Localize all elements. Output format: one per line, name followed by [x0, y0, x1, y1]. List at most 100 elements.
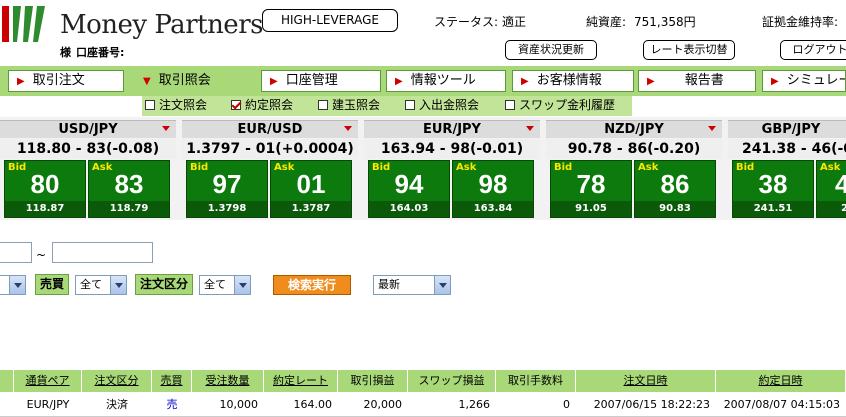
triangle-right-icon: ▶ [647, 76, 655, 87]
cell-pair: EUR/JPY [26, 398, 70, 411]
subnav-deposit-inquiry[interactable]: 入出金照会 [405, 98, 479, 112]
buysell-label: 売買 [35, 274, 69, 295]
cell-pl: 20,000 [363, 398, 403, 411]
triangle-right-icon: ▶ [17, 76, 25, 87]
order-type-select[interactable]: 全て [199, 275, 251, 295]
status-value: 適正 [502, 15, 527, 29]
checkbox-icon [405, 100, 415, 110]
col-header-swap: スワップ損益 [408, 370, 496, 392]
ask-button[interactable]: Ask 98 163.84 [452, 160, 534, 218]
nav-trade-inquiry[interactable]: ▼ 取引照会 [134, 70, 252, 92]
subnav-swap-history[interactable]: スワップ金利履歴 [505, 98, 615, 112]
triangle-down-icon: ▼ [143, 76, 151, 87]
order-type-label: 注文区分 [135, 274, 193, 295]
checkbox-icon [318, 100, 328, 110]
rate-panel-nzdjpy: NZD/JPY 90.78 - 86(-0.20) Bid 78 91.05 A… [546, 120, 722, 219]
date-to-input[interactable] [52, 242, 153, 263]
net-assets-value: 751,358円 [634, 15, 696, 29]
buysell-select[interactable]: 全て [75, 275, 127, 295]
nav-reports[interactable]: ▶ 報告書 [638, 70, 756, 92]
ask-button[interactable]: Ask 83 118.79 [88, 160, 170, 218]
nav-info-tools[interactable]: ▶ 情報ツール [386, 70, 506, 92]
rate-summary: 163.94 - 98(-0.01) [364, 139, 540, 159]
rate-summary: 241.38 - 46(-0.0 [728, 139, 846, 159]
account-number-label: 口座番号: [76, 46, 125, 59]
cell-order-type: 決済 [106, 398, 128, 411]
col-header-order-datetime[interactable]: 注文日時 [576, 370, 716, 392]
dropdown-triangle-icon[interactable] [162, 126, 170, 131]
chevron-down-icon [434, 276, 450, 294]
currency-pair[interactable]: USD/JPY [0, 120, 176, 138]
triangle-right-icon: ▶ [771, 76, 779, 87]
rate-panel-eurusd: EUR/USD 1.3797 - 01(+0.0004) Bid 97 1.37… [182, 120, 358, 219]
currency-pair[interactable]: EUR/USD [182, 120, 358, 138]
high-leverage-button[interactable]: HIGH-LEVERAGE [262, 9, 398, 32]
currency-pair[interactable]: EUR/JPY [364, 120, 540, 138]
col-header-qty[interactable]: 受注数量 [192, 370, 264, 392]
table-header-edge [0, 370, 14, 392]
col-header-pl: 取引損益 [338, 370, 408, 392]
cell-rate: 164.00 [293, 398, 333, 411]
refresh-assets-button[interactable]: 資産状況更新 [505, 40, 597, 60]
search-execute-button[interactable]: 検索実行 [273, 275, 351, 295]
subnav-order-inquiry[interactable]: 注文照会 [145, 98, 207, 112]
ask-button[interactable]: Ask 01 1.3787 [270, 160, 352, 218]
col-header-pair[interactable]: 通貨ペア [14, 370, 82, 392]
subnav-position-inquiry[interactable]: 建玉照会 [318, 98, 380, 112]
customer-suffix: 様 [60, 46, 71, 59]
cell-swap: 1,266 [458, 398, 491, 411]
logout-button[interactable]: ログアウト [780, 40, 846, 60]
rate-panel-gbpjpy: GBP/JPY 241.38 - 46(-0.0 Bid 38 241.51 A… [728, 120, 846, 219]
col-header-fee: 取引手数料 [496, 370, 576, 392]
cell-exec-datetime: 2007/08/07 04:15:03 [723, 398, 840, 411]
bid-button[interactable]: Bid 97 1.3798 [186, 160, 268, 218]
brand-logo: Money Partners [60, 10, 263, 40]
chevron-down-icon [234, 276, 250, 294]
dropdown-triangle-icon[interactable] [526, 126, 534, 131]
subnav-execution-inquiry[interactable]: 約定照会 [231, 98, 293, 112]
currency-pair[interactable]: NZD/JPY [546, 120, 722, 138]
checkbox-icon [145, 100, 155, 110]
rate-summary: 90.78 - 86(-0.20) [546, 139, 722, 159]
cell-fee: 0 [563, 398, 570, 411]
dropdown-triangle-icon[interactable] [344, 126, 352, 131]
rate-summary: 1.3797 - 01(+0.0004) [182, 139, 358, 159]
triangle-right-icon: ▶ [521, 76, 529, 87]
nav-account-management[interactable]: ▶ 口座管理 [261, 70, 381, 92]
chevron-down-icon [110, 276, 126, 294]
cell-side: 売 [166, 398, 178, 411]
nav-trade-order[interactable]: ▶ 取引注文 [8, 70, 124, 92]
date-range-separator: ~ [36, 248, 47, 262]
ask-button[interactable]: Ask 86 90.83 [634, 160, 716, 218]
date-from-input[interactable] [0, 242, 32, 263]
cell-order-datetime: 2007/06/15 18:22:23 [593, 398, 710, 411]
col-header-rate[interactable]: 約定レート [264, 370, 338, 392]
net-assets-label: 純資産: [586, 15, 627, 29]
bid-button[interactable]: Bid 38 241.51 [732, 160, 814, 218]
checkbox-checked-icon [231, 100, 241, 110]
dropdown-triangle-icon[interactable] [708, 126, 716, 131]
col-header-exec-datetime[interactable]: 約定日時 [716, 370, 846, 392]
col-header-order-type[interactable]: 注文区分 [82, 370, 152, 392]
sort-order-select[interactable]: 最新 [373, 275, 451, 295]
nav-customer-info[interactable]: ▶ お客様情報 [512, 70, 634, 92]
triangle-right-icon: ▶ [270, 76, 278, 87]
col-header-side[interactable]: 売買 [152, 370, 192, 392]
filter-select[interactable] [0, 275, 26, 295]
status-label: ステータス: [434, 15, 499, 29]
logo-marks-icon [2, 6, 45, 42]
currency-pair[interactable]: GBP/JPY [728, 120, 846, 138]
bid-button[interactable]: Bid 78 91.05 [550, 160, 632, 218]
rate-panel-eurjpy: EUR/JPY 163.94 - 98(-0.01) Bid 94 164.03… [364, 120, 540, 219]
ask-button[interactable]: Ask 4 241.4 [816, 160, 846, 218]
margin-ratio-label: 証拠金維持率: [762, 15, 839, 29]
triangle-right-icon: ▶ [395, 76, 403, 87]
cell-qty: 10,000 [219, 398, 259, 411]
bid-button[interactable]: Bid 80 118.87 [4, 160, 86, 218]
chevron-down-icon [9, 276, 25, 294]
rate-summary: 118.80 - 83(-0.08) [0, 139, 176, 159]
bid-button[interactable]: Bid 94 164.03 [368, 160, 450, 218]
toggle-rate-display-button[interactable]: レート表示切替 [643, 40, 735, 60]
rate-panel-usdjpy: USD/JPY 118.80 - 83(-0.08) Bid 80 118.87… [0, 120, 176, 219]
nav-simulation[interactable]: ▶シミュレーション [762, 70, 846, 92]
